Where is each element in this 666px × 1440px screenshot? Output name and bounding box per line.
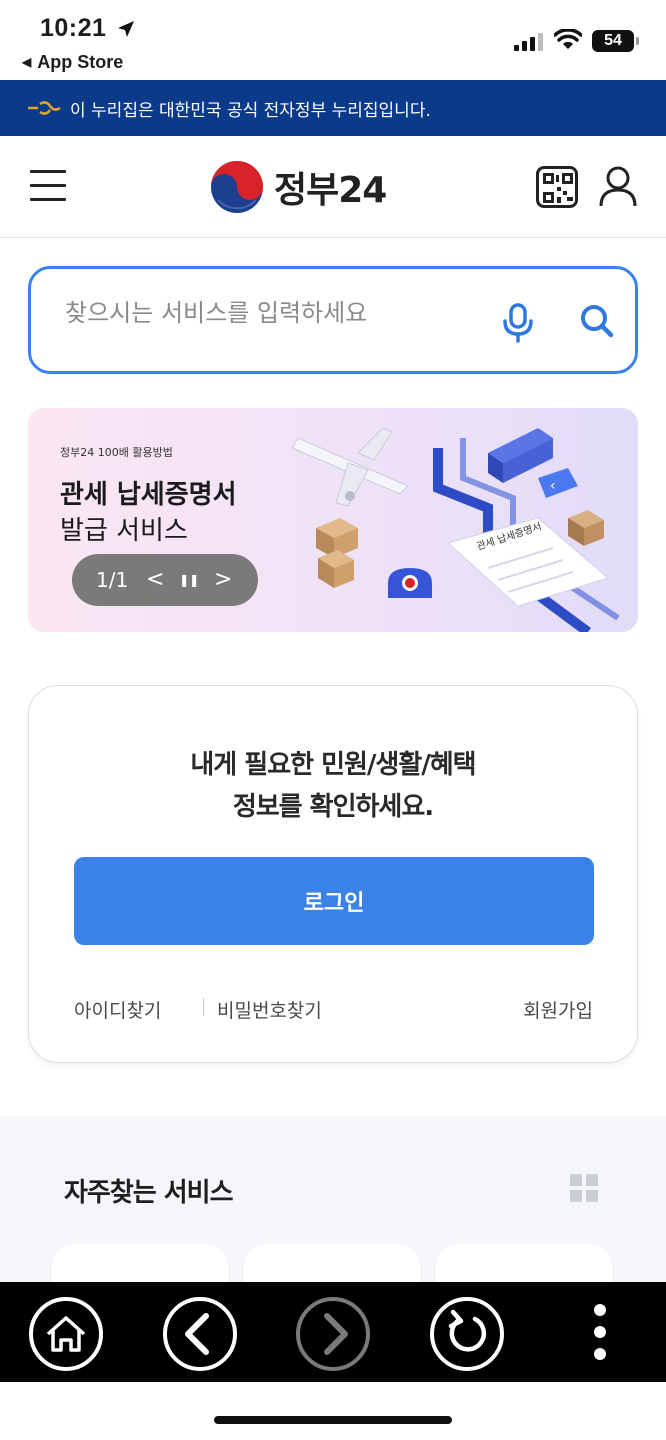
battery-icon: 54 <box>592 30 639 52</box>
promo-subtitle: 정부24 100배 활용방법 <box>60 446 173 459</box>
qr-code-icon[interactable] <box>536 166 578 208</box>
carousel-counter: 1/1 <box>96 568 129 592</box>
promo-illustration: ‹ 관세 납세증명서 <box>291 427 620 632</box>
carousel-pause-button[interactable]: ❚❚ <box>178 569 200 591</box>
more-icon[interactable] <box>592 1304 608 1364</box>
airplane-icon <box>291 427 409 507</box>
home-icon[interactable] <box>28 1296 104 1372</box>
gov24-logo[interactable]: 정부24 <box>210 160 387 214</box>
home-indicator[interactable] <box>214 1416 452 1424</box>
menu-icon[interactable] <box>30 170 66 202</box>
link-divider <box>203 998 204 1016</box>
signal-icon <box>514 33 543 51</box>
frequent-services-section: 자주찾는 서비스 <box>0 1116 666 1304</box>
location-arrow-icon <box>118 21 134 37</box>
find-password-link[interactable]: 비밀번호찾기 <box>217 996 322 1023</box>
home-indicator-area <box>0 1382 666 1440</box>
taegeuk-logo-icon <box>211 161 263 213</box>
logo-text: 정부24 <box>274 170 387 211</box>
site-header: 정부24 <box>0 136 666 238</box>
status-time: 10:21 <box>40 14 107 42</box>
refresh-icon[interactable] <box>429 1296 505 1372</box>
login-message-line1: 내게 필요한 민원/생활/혜택 <box>190 750 476 780</box>
wifi-icon <box>554 29 582 49</box>
shipping-container-icon <box>488 428 553 483</box>
search-input[interactable] <box>65 299 485 327</box>
status-bar: 10:21 ◀ App Store 54 <box>0 0 666 80</box>
carousel-controls: 1/1 < ❚❚ > <box>72 554 258 606</box>
gov-official-banner[interactable]: 이 누리집은 대한민국 공식 전자정부 누리집입니다. <box>0 80 666 136</box>
back-triangle-icon: ◀ <box>22 55 32 69</box>
search-box <box>28 266 638 374</box>
promo-title: 관세 납세증명서 <box>60 480 237 510</box>
egov-mark-icon <box>28 101 61 115</box>
svg-text:‹: ‹ <box>550 478 556 494</box>
qr-pattern <box>543 173 573 203</box>
stamp-icon <box>388 568 432 598</box>
login-card: 내게 필요한 민원/생활/혜택 정보를 확인하세요. 로그인 아이디찾기 비밀번… <box>28 685 638 1063</box>
microphone-icon[interactable] <box>501 303 535 343</box>
frequent-services-title: 자주찾는 서비스 <box>64 1178 233 1208</box>
login-message-line2: 정보를 확인하세요. <box>232 792 434 822</box>
search-icon[interactable] <box>579 303 615 339</box>
login-button[interactable]: 로그인 <box>74 857 594 945</box>
back-to-app-store-link[interactable]: ◀ App Store <box>22 52 123 73</box>
gov-banner-text: 이 누리집은 대한민국 공식 전자정부 누리집입니다. <box>70 100 431 121</box>
back-icon[interactable] <box>162 1296 238 1372</box>
back-app-label: App Store <box>37 52 124 72</box>
grid-view-icon[interactable] <box>570 1174 598 1202</box>
sign-up-link[interactable]: 회원가입 <box>523 996 593 1023</box>
promo-title-line2: 발급 서비스 <box>60 516 188 546</box>
forward-icon[interactable] <box>295 1296 371 1372</box>
promo-banner[interactable]: 정부24 100배 활용방법 관세 납세증명서 발급 서비스 1/1 < ❚❚ … <box>28 408 638 632</box>
carousel-prev-button[interactable]: < <box>144 569 166 591</box>
bottom-toolbar <box>0 1282 666 1382</box>
user-icon[interactable] <box>598 166 638 208</box>
carousel-next-button[interactable]: > <box>212 569 234 591</box>
find-id-link[interactable]: 아이디찾기 <box>74 996 161 1023</box>
